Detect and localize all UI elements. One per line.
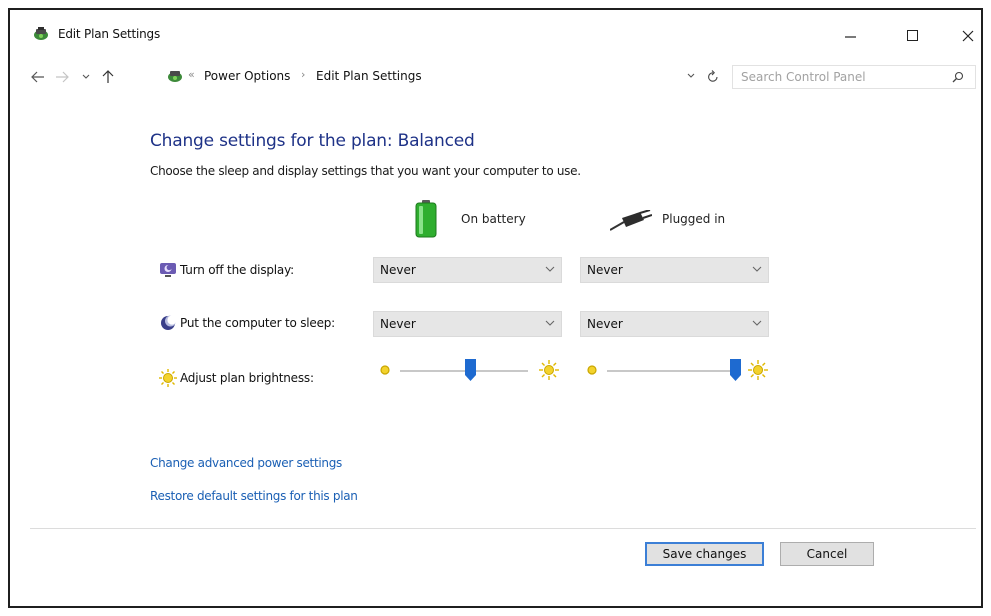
search-icon bbox=[952, 71, 964, 83]
breadcrumb-power-options[interactable]: Power Options bbox=[204, 69, 290, 83]
plugged-in-label: Plugged in bbox=[662, 212, 726, 226]
turn-off-display-label: Turn off the display: bbox=[180, 263, 294, 277]
maximize-icon bbox=[907, 30, 918, 41]
sleep-battery-value: Never bbox=[380, 317, 416, 331]
display-battery-value: Never bbox=[380, 263, 416, 277]
breadcrumb-separator: › bbox=[301, 68, 306, 81]
sleep-battery-select[interactable]: Never bbox=[373, 311, 562, 337]
change-advanced-settings-link[interactable]: Change advanced power settings bbox=[150, 456, 342, 470]
footer-divider bbox=[30, 528, 976, 529]
search-button[interactable] bbox=[949, 69, 967, 85]
maximize-button[interactable] bbox=[890, 16, 936, 56]
close-icon bbox=[962, 30, 974, 42]
computer-sleep-label: Put the computer to sleep: bbox=[180, 316, 336, 330]
page-description: Choose the sleep and display settings th… bbox=[150, 164, 581, 178]
power-options-icon bbox=[32, 26, 50, 42]
plug-icon bbox=[609, 209, 653, 236]
chevron-down-icon bbox=[752, 266, 762, 272]
column-header-plugged-in: Plugged in bbox=[609, 200, 760, 240]
edit-plan-settings-window: Edit Plan Settings « Power Options › Edi… bbox=[8, 8, 983, 608]
address-field[interactable]: « Power Options › Edit Plan Settings bbox=[124, 65, 724, 89]
cancel-button[interactable]: Cancel bbox=[780, 542, 874, 566]
restore-defaults-link[interactable]: Restore default settings for this plan bbox=[150, 489, 358, 503]
window-title: Edit Plan Settings bbox=[58, 27, 161, 41]
display-plugged-value: Never bbox=[587, 263, 623, 277]
refresh-icon bbox=[708, 70, 718, 82]
sleep-plugged-select[interactable]: Never bbox=[580, 311, 769, 337]
address-bar: « Power Options › Edit Plan Settings bbox=[10, 65, 981, 89]
up-arrow-icon bbox=[102, 70, 114, 83]
refresh-button[interactable] bbox=[704, 67, 722, 85]
breadcrumb-overflow[interactable]: « bbox=[188, 68, 195, 81]
search-box[interactable] bbox=[732, 65, 976, 89]
breadcrumb-edit-plan-settings[interactable]: Edit Plan Settings bbox=[316, 69, 422, 83]
forward-arrow-icon bbox=[56, 71, 69, 83]
slider-track bbox=[607, 370, 735, 372]
back-arrow-icon bbox=[31, 71, 44, 83]
dim-sun-icon bbox=[587, 365, 597, 375]
battery-icon bbox=[415, 200, 437, 242]
page-title: Change settings for the plan: Balanced bbox=[150, 131, 475, 151]
search-input[interactable] bbox=[741, 68, 941, 86]
minimize-button[interactable] bbox=[828, 16, 874, 56]
chevron-down-icon bbox=[687, 73, 695, 78]
recent-locations-button[interactable] bbox=[74, 65, 98, 89]
display-icon bbox=[158, 260, 178, 280]
sleep-plugged-value: Never bbox=[587, 317, 623, 331]
adjust-brightness-label: Adjust plan brightness: bbox=[180, 371, 314, 385]
chevron-down-icon bbox=[545, 266, 555, 272]
dim-sun-icon bbox=[380, 365, 390, 375]
display-battery-select[interactable]: Never bbox=[373, 257, 562, 283]
sleep-icon bbox=[158, 313, 178, 333]
slider-thumb[interactable] bbox=[464, 359, 476, 381]
title-bar: Edit Plan Settings bbox=[10, 10, 981, 58]
display-plugged-select[interactable]: Never bbox=[580, 257, 769, 283]
control-panel-icon bbox=[166, 68, 184, 84]
slider-thumb[interactable] bbox=[729, 359, 741, 381]
forward-button[interactable] bbox=[50, 65, 74, 89]
save-changes-button[interactable]: Save changes bbox=[645, 542, 764, 566]
chevron-down-icon bbox=[545, 320, 555, 326]
chevron-down-icon bbox=[752, 320, 762, 326]
brightness-icon bbox=[158, 368, 178, 388]
column-header-on-battery: On battery bbox=[415, 200, 555, 240]
minimize-icon bbox=[845, 36, 856, 38]
address-dropdown-button[interactable] bbox=[684, 68, 698, 84]
bright-sun-icon bbox=[539, 360, 559, 380]
on-battery-label: On battery bbox=[461, 212, 526, 226]
up-button[interactable] bbox=[96, 65, 120, 89]
back-button[interactable] bbox=[26, 65, 50, 89]
bright-sun-icon bbox=[748, 360, 768, 380]
close-button[interactable] bbox=[945, 16, 981, 56]
chevron-down-icon bbox=[82, 74, 90, 79]
